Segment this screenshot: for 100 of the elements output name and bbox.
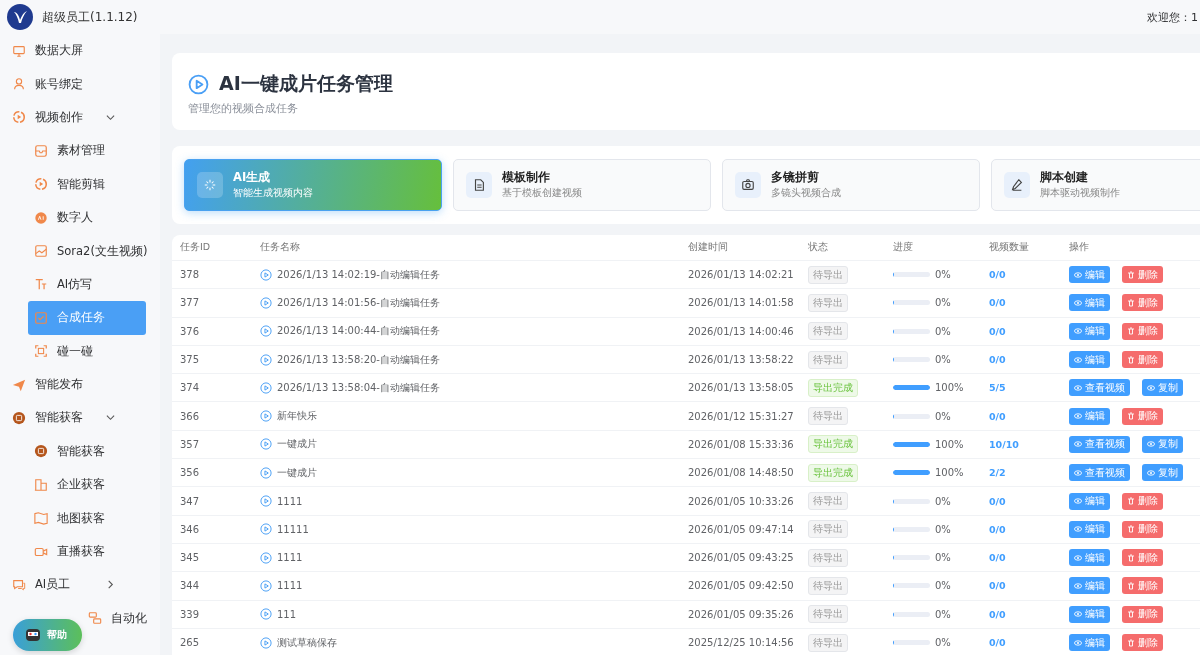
action-button[interactable]: 复制 bbox=[1142, 464, 1183, 482]
task-name: 1111 bbox=[277, 552, 303, 564]
paper-plane-icon bbox=[12, 377, 26, 392]
delete-button[interactable]: 删除 bbox=[1122, 407, 1163, 425]
task-name: 一键成片 bbox=[277, 437, 317, 452]
table-cell-text: 2026/01/13 14:01:58 bbox=[688, 297, 795, 309]
action-button[interactable]: 查看视频 bbox=[1069, 435, 1130, 453]
eye-icon bbox=[1074, 497, 1082, 505]
task-name: 111 bbox=[277, 608, 297, 620]
camera-icon bbox=[741, 178, 755, 192]
video-count: 0/0 bbox=[989, 495, 1007, 507]
action-button[interactable]: 复制 bbox=[1142, 435, 1183, 453]
status-tag: 待导出 bbox=[808, 548, 848, 567]
tray-icon bbox=[34, 143, 48, 158]
sidebar-item[interactable]: 视频创作 bbox=[0, 100, 160, 135]
delete-button[interactable]: 删除 bbox=[1122, 294, 1163, 312]
sidebar-item[interactable]: 直播获客 bbox=[28, 534, 146, 569]
delete-button[interactable]: 删除 bbox=[1122, 520, 1163, 538]
table-cell-text: 347 bbox=[180, 495, 201, 507]
eye-icon bbox=[1074, 383, 1082, 392]
table-cell-text: 2026/01/05 09:47:14 bbox=[688, 523, 795, 535]
action-button[interactable]: 编辑 bbox=[1069, 322, 1110, 340]
sidebar-item[interactable]: 数据大屏 bbox=[0, 34, 160, 68]
sidebar-item[interactable]: AI仿写 bbox=[28, 267, 146, 302]
progress-bar bbox=[893, 555, 930, 561]
action-button[interactable]: 编辑 bbox=[1069, 605, 1110, 623]
status-tag: 待导出 bbox=[808, 492, 848, 510]
trash-icon bbox=[1127, 270, 1135, 279]
status-tag: 待导出 bbox=[808, 407, 848, 426]
delete-button[interactable]: 删除 bbox=[1122, 322, 1163, 340]
status-tag: 导出完成 bbox=[808, 378, 858, 397]
mode-tab[interactable]: 多镜拼剪 多镜头视频合成 bbox=[722, 159, 980, 211]
table-cell-text: 377 bbox=[180, 297, 201, 309]
sidebar-item[interactable]: 账号绑定 bbox=[0, 67, 160, 101]
monitor-icon bbox=[12, 43, 26, 58]
play-icon bbox=[260, 495, 272, 507]
action-button[interactable]: 编辑 bbox=[1069, 492, 1110, 510]
table-cell-text: 345 bbox=[180, 552, 201, 564]
video-count: 0/0 bbox=[989, 297, 1007, 309]
sidebar-item[interactable]: 数字人 bbox=[28, 200, 146, 235]
action-button[interactable]: 编辑 bbox=[1069, 407, 1110, 425]
column-header: 视频数量 bbox=[989, 241, 1030, 254]
table-cell-text: 344 bbox=[180, 580, 201, 592]
trash-icon bbox=[1127, 553, 1135, 562]
play-icon bbox=[260, 381, 272, 394]
action-button[interactable]: 编辑 bbox=[1069, 520, 1110, 538]
sidebar-item[interactable]: 素材管理 bbox=[28, 134, 146, 168]
progress-percent: 100% bbox=[935, 438, 964, 450]
progress-percent: 0% bbox=[935, 269, 951, 281]
sidebar-item[interactable]: 企业获客 bbox=[28, 468, 146, 502]
sidebar-item[interactable]: 智能剪辑 bbox=[28, 167, 146, 201]
video-count: 0/0 bbox=[989, 580, 1007, 592]
delete-button[interactable]: 删除 bbox=[1122, 351, 1163, 369]
delete-button[interactable]: 删除 bbox=[1122, 266, 1163, 284]
column-header: 任务名称 bbox=[260, 241, 301, 254]
action-button[interactable]: 编辑 bbox=[1069, 634, 1110, 651]
sidebar-item[interactable]: 智能获客 bbox=[0, 401, 160, 435]
play-icon bbox=[188, 73, 209, 95]
delete-button[interactable]: 删除 bbox=[1122, 577, 1163, 595]
sidebar-item[interactable]: 碰一碰 bbox=[28, 334, 146, 368]
delete-button[interactable]: 删除 bbox=[1122, 605, 1163, 623]
task-name: 2026/1/13 14:00:44-自动编辑任务 bbox=[277, 324, 440, 339]
action-button[interactable]: 编辑 bbox=[1069, 266, 1110, 284]
sidebar-item[interactable]: 智能发布 bbox=[0, 367, 160, 402]
action-button[interactable]: 查看视频 bbox=[1069, 379, 1130, 397]
sidebar-item[interactable]: AI员工 bbox=[0, 568, 160, 602]
help-button[interactable]: 帮助 bbox=[13, 619, 82, 651]
sidebar-item[interactable]: 合成任务 bbox=[28, 301, 146, 335]
delete-button[interactable]: 删除 bbox=[1122, 549, 1163, 567]
task-name: 测试草稿保存 bbox=[277, 635, 337, 650]
sidebar-item[interactable]: Sora2(文生视频) bbox=[28, 234, 146, 268]
sparkle-icon bbox=[203, 178, 217, 192]
action-button[interactable]: 复制 bbox=[1142, 379, 1183, 397]
pen-icon bbox=[1010, 178, 1024, 192]
progress-bar bbox=[893, 611, 930, 617]
welcome-text: 欢迎您：1 bbox=[1147, 10, 1198, 25]
sidebar-item[interactable]: 智能获客 bbox=[28, 434, 146, 469]
progress-percent: 0% bbox=[935, 580, 951, 592]
sidebar-item[interactable]: 地图获客 bbox=[28, 501, 146, 535]
progress-percent: 0% bbox=[935, 325, 951, 337]
task-name: 2026/1/13 14:01:56-自动编辑任务 bbox=[277, 295, 440, 310]
map-icon bbox=[34, 511, 48, 526]
trash-icon bbox=[1127, 581, 1135, 590]
sidebar-item[interactable]: 自动化 bbox=[84, 601, 160, 636]
mode-tab[interactable]: 脚本创建 脚本驱动视频制作 bbox=[991, 159, 1200, 211]
action-button[interactable]: 编辑 bbox=[1069, 577, 1110, 595]
column-header: 状态 bbox=[808, 241, 829, 254]
delete-button[interactable]: 删除 bbox=[1122, 634, 1163, 651]
action-button[interactable]: 查看视频 bbox=[1069, 464, 1130, 482]
action-button[interactable]: 编辑 bbox=[1069, 294, 1110, 312]
play-icon bbox=[260, 410, 272, 423]
action-button[interactable]: 编辑 bbox=[1069, 351, 1110, 369]
action-button[interactable]: 编辑 bbox=[1069, 549, 1110, 567]
mode-tab[interactable]: 模板制作 基于模板创建视频 bbox=[453, 159, 711, 211]
delete-button[interactable]: 删除 bbox=[1122, 492, 1163, 510]
table-cell-text: 2026/01/13 13:58:05 bbox=[688, 382, 795, 394]
mode-tab[interactable]: AI生成 智能生成视频内容 bbox=[184, 159, 442, 211]
eye-icon bbox=[1074, 412, 1082, 421]
table-cell-text: 376 bbox=[180, 325, 201, 337]
progress-bar bbox=[893, 526, 930, 532]
